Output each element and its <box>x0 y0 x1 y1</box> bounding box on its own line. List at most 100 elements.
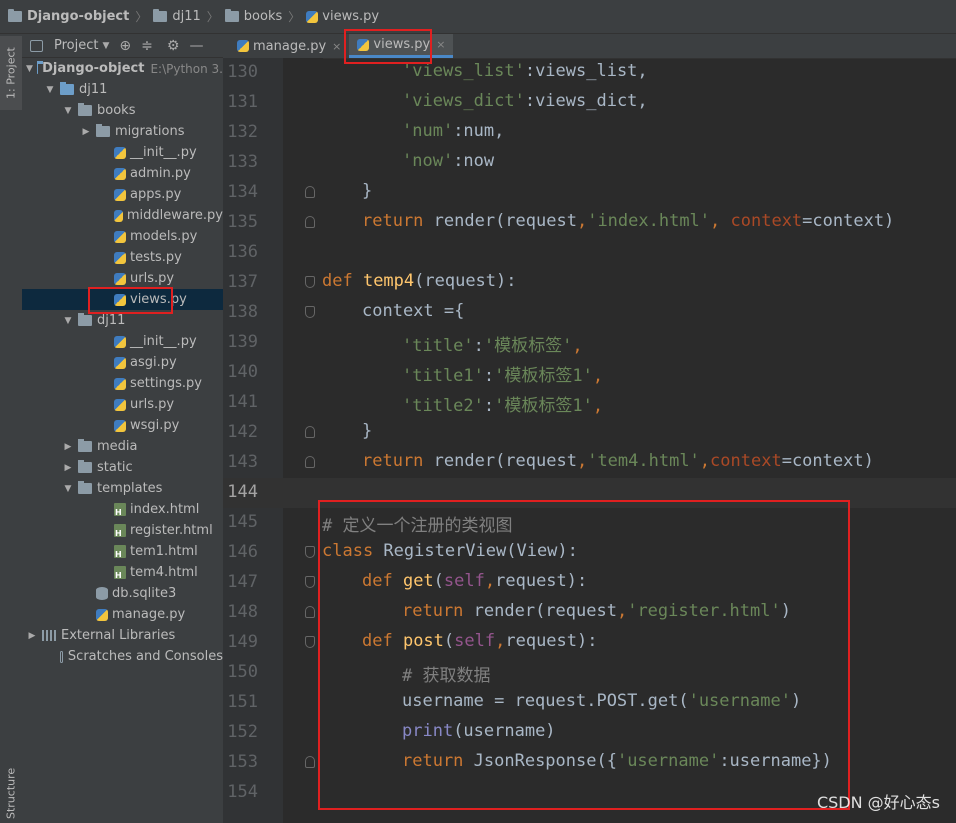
tree-item[interactable]: ▼ dj11 <box>22 79 223 100</box>
code-token: self <box>454 631 496 651</box>
collapse-arrow-icon[interactable]: ▶ <box>26 631 38 641</box>
tree-item[interactable]: apps.py <box>22 184 223 205</box>
code-token: render(request <box>473 601 617 621</box>
tree-item[interactable]: tem4.html <box>22 562 223 583</box>
tree-item[interactable]: __init__.py <box>22 142 223 163</box>
fold-marker-icon[interactable] <box>305 546 315 558</box>
code-line[interactable]: 139 'title':'模板标签', <box>223 328 956 358</box>
minimize-icon[interactable]: — <box>189 38 203 54</box>
fold-marker-icon[interactable] <box>305 306 315 318</box>
fold-marker-icon[interactable] <box>305 636 315 648</box>
fold-marker-icon[interactable] <box>305 426 315 438</box>
collapse-arrow-icon[interactable]: ▶ <box>80 127 92 137</box>
collapse-arrow-icon[interactable]: ▶ <box>62 442 74 452</box>
breadcrumb-item-dj11[interactable]: dj11 <box>153 9 201 24</box>
tree-item[interactable]: index.html <box>22 499 223 520</box>
tab-structure-tool[interactable]: Structure <box>0 764 22 822</box>
code-line[interactable]: 134} <box>223 178 956 208</box>
fold-marker-icon[interactable] <box>305 186 315 198</box>
code-token: self <box>443 571 485 591</box>
tree-item[interactable]: models.py <box>22 226 223 247</box>
fold-marker-icon[interactable] <box>305 606 315 618</box>
fold-marker-icon[interactable] <box>305 576 315 588</box>
code-line[interactable]: 143 return render(request,'tem4.html',con… <box>223 448 956 478</box>
code-line[interactable]: 142} <box>223 418 956 448</box>
tree-item[interactable]: ▼ Django-object E:\Python 3. <box>22 58 223 79</box>
expand-arrow-icon[interactable]: ▼ <box>26 64 33 74</box>
tab-views-py[interactable]: views.py × <box>349 34 454 58</box>
project-view-selector[interactable]: Project <box>54 38 98 53</box>
tab-manage-py[interactable]: manage.py × <box>229 34 349 58</box>
tree-item[interactable]: ▶ External Libraries <box>22 625 223 646</box>
code-line[interactable]: 130 'views_list':views_list, <box>223 58 956 88</box>
code-editor[interactable]: 130 'views_list':views_list, 131 'views_dic… <box>223 58 956 823</box>
locate-icon[interactable]: ⊕ <box>119 38 131 54</box>
expand-arrow-icon[interactable]: ▼ <box>44 85 56 95</box>
tree-item[interactable]: ▼ books <box>22 100 223 121</box>
expand-arrow-icon[interactable]: ▼ <box>62 484 74 494</box>
code-line[interactable]: 149 def post(self,request): <box>223 628 956 658</box>
tree-item[interactable]: settings.py <box>22 373 223 394</box>
breadcrumb-item-views[interactable]: views.py <box>306 9 379 24</box>
code-token: '模板标签' <box>483 336 573 356</box>
code-token: '模板标签1' <box>494 366 593 386</box>
fold-marker-icon[interactable] <box>305 756 315 768</box>
code-line[interactable]: 152 print(username) <box>223 718 956 748</box>
collapse-arrow-icon[interactable]: ▶ <box>62 463 74 473</box>
tree-item[interactable]: Scratches and Consoles <box>22 646 223 667</box>
code-line[interactable]: 131 'views_dict':views_dict, <box>223 88 956 118</box>
tree-item-label: views.py <box>130 292 187 307</box>
collapse-all-icon[interactable]: ≑ <box>141 38 153 54</box>
breadcrumb-item-books[interactable]: books <box>224 9 282 24</box>
code-line[interactable]: 145 # 定义一个注册的类视图 <box>223 508 956 538</box>
tree-item[interactable]: views.py <box>22 289 223 310</box>
tree-item[interactable]: tests.py <box>22 247 223 268</box>
code-line[interactable]: 151 username = request.POST.get('username… <box>223 688 956 718</box>
tab-label: views.py <box>373 37 431 52</box>
python-file-icon <box>306 10 319 23</box>
code-line[interactable]: 137 def temp4(request): <box>223 268 956 298</box>
code-line[interactable]: 133 'now':now <box>223 148 956 178</box>
code-line[interactable]: 135 return render(request,'index.html', c… <box>223 208 956 238</box>
code-line[interactable]: 146 class RegisterView(View): <box>223 538 956 568</box>
code-line[interactable]: 138 context ={ <box>223 298 956 328</box>
expand-arrow-icon[interactable]: ▼ <box>62 316 74 326</box>
code-line[interactable]: 132 'num':num, <box>223 118 956 148</box>
tree-item[interactable]: ▶ migrations <box>22 121 223 142</box>
code-line[interactable]: 144 <box>223 478 956 508</box>
code-line[interactable]: 136 <box>223 238 956 268</box>
tree-item[interactable]: wsgi.py <box>22 415 223 436</box>
tree-item[interactable]: middleware.py <box>22 205 223 226</box>
tree-item[interactable]: ▼ dj11 <box>22 310 223 331</box>
close-icon[interactable]: × <box>436 38 445 51</box>
tree-item[interactable]: register.html <box>22 520 223 541</box>
tree-item[interactable]: tem1.html <box>22 541 223 562</box>
expand-arrow-icon[interactable]: ▼ <box>62 106 74 116</box>
fold-marker-icon[interactable] <box>305 216 315 228</box>
code-line[interactable]: 150 # 获取数据 <box>223 658 956 688</box>
tree-item[interactable]: ▼ templates <box>22 478 223 499</box>
tree-item[interactable]: __init__.py <box>22 331 223 352</box>
code-line[interactable]: 147 def get(self,request): <box>223 568 956 598</box>
code-line[interactable]: 140 'title1':'模板标签1', <box>223 358 956 388</box>
tree-item[interactable]: urls.py <box>22 394 223 415</box>
code-line[interactable]: 153 return JsonResponse({'username':usern… <box>223 748 956 778</box>
code-token: print <box>402 721 454 741</box>
code-line[interactable]: 148 return render(request,'register.html'… <box>223 598 956 628</box>
close-icon[interactable]: × <box>332 40 341 53</box>
gear-icon[interactable]: ⚙ <box>167 38 180 54</box>
tree-item[interactable]: manage.py <box>22 604 223 625</box>
tree-item[interactable]: urls.py <box>22 268 223 289</box>
tab-project-tool[interactable]: 1: Project <box>0 36 22 110</box>
tree-item[interactable]: ▶ static <box>22 457 223 478</box>
code-line[interactable]: 141 'title2':'模板标签1', <box>223 388 956 418</box>
tree-item[interactable]: asgi.py <box>22 352 223 373</box>
tree-item-label: asgi.py <box>130 355 177 370</box>
tree-item[interactable]: admin.py <box>22 163 223 184</box>
chevron-down-icon[interactable]: ▼ <box>102 41 109 51</box>
fold-marker-icon[interactable] <box>305 276 315 288</box>
fold-marker-icon[interactable] <box>305 456 315 468</box>
tree-item[interactable]: db.sqlite3 <box>22 583 223 604</box>
tree-item[interactable]: ▶ media <box>22 436 223 457</box>
breadcrumb-item-project[interactable]: Django-object <box>8 9 129 24</box>
